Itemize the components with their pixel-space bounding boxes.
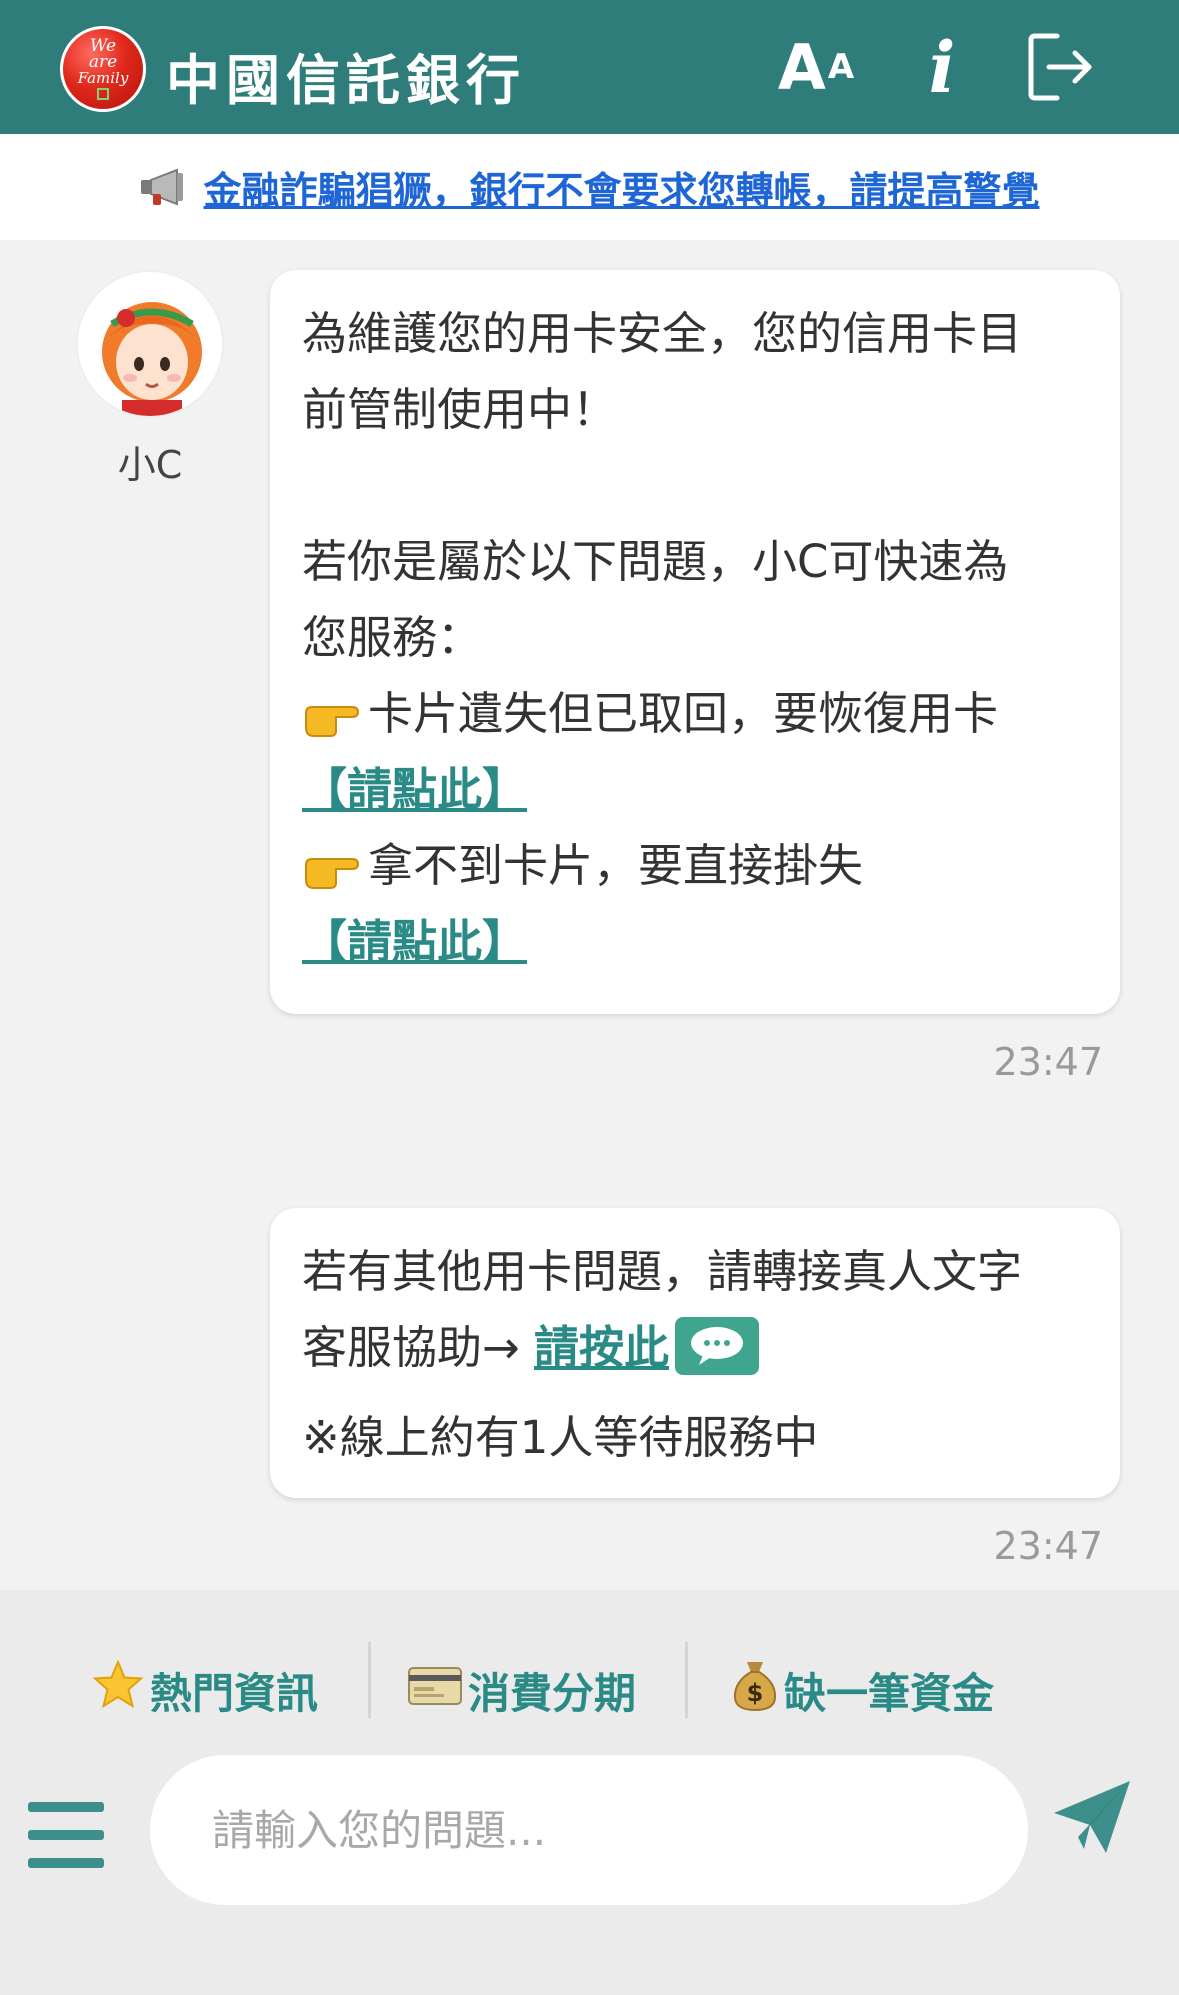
bot-avatar (76, 270, 224, 418)
hamburger-menu-icon[interactable] (28, 1802, 104, 1868)
bank-logo: We are Family (60, 26, 146, 112)
quick-menu-label: 缺一筆資金 (784, 1668, 995, 1718)
quick-menu-label: 熱門資訊 (150, 1668, 319, 1718)
option-item: 拿不到卡片，要直接掛失 (302, 828, 1088, 904)
message-text: ※線上約有1人等待服務中 (302, 1411, 819, 1464)
bot-message-bubble: 為維護您的用卡安全，您的信用卡目 前管制使用中！ 若你是屬於以下問題，小C可快速… (270, 270, 1120, 1014)
info-icon[interactable]: i (912, 26, 972, 109)
quick-menu-hot-info[interactable]: 熱門資訊 (92, 1650, 318, 1730)
option-text: 拿不到卡片，要直接掛失 (368, 839, 864, 892)
message-timestamp: 23:47 (993, 1524, 1103, 1568)
divider (368, 1642, 371, 1718)
send-icon[interactable] (1050, 1775, 1136, 1861)
bot-name: 小C (117, 443, 183, 487)
pointing-hand-icon (302, 676, 368, 752)
quick-menu-label: 消費分期 (468, 1668, 637, 1718)
fraud-notice-link[interactable]: 金融詐騙猖獗，銀行不會要求您轉帳，請提高警覺 (203, 160, 1039, 215)
bottom-panel: 熱門資訊 消費分期 $ 缺一筆資金 (0, 1590, 1179, 1995)
pointing-hand-icon (302, 828, 368, 904)
question-input[interactable] (150, 1755, 1028, 1905)
restore-card-link[interactable]: 【請點此】 (302, 763, 527, 816)
quick-menu-installment[interactable]: 消費分期 (408, 1650, 636, 1730)
message-text: 您服務： (302, 611, 483, 664)
live-agent-link[interactable]: 請按此 (534, 1321, 669, 1374)
svg-text:$: $ (747, 1679, 764, 1707)
report-lost-link[interactable]: 【請點此】 (302, 915, 527, 968)
message-text: 為維護您的用卡安全，您的信用卡目 (302, 307, 1023, 360)
bot-message-bubble: 若有其他用卡問題，請轉接真人文字 客服協助→ 請按此 ※線上約有1人等待服務中 (270, 1208, 1120, 1498)
money-bag-icon: $ (732, 1658, 778, 1722)
option-item: 卡片遺失但已取回，要恢復用卡 (302, 676, 1088, 752)
chat-app: We are Family 中國信託銀行 AA i 金融詐騙猖獗，銀行不會要求您轉帳… (0, 0, 1179, 1995)
message-text: 客服協助→ 請按此 (302, 1310, 1088, 1400)
credit-card-icon (408, 1666, 462, 1715)
fraud-notice-bar: 金融詐騙猖獗，銀行不會要求您轉帳，請提高警覺 (0, 134, 1179, 240)
app-header: We are Family 中國信託銀行 AA i (0, 0, 1179, 134)
message-text: 前管制使用中！ (302, 383, 618, 436)
font-size-icon[interactable]: AA (776, 30, 856, 104)
message-timestamp: 23:47 (993, 1040, 1103, 1084)
bank-title: 中國信託銀行 (166, 49, 526, 112)
chat-bubble-icon[interactable] (673, 1315, 761, 1400)
star-icon (92, 1659, 144, 1721)
divider (685, 1642, 688, 1718)
quick-menu-funding[interactable]: $ 缺一筆資金 (732, 1650, 994, 1730)
message-text: 若有其他用卡問題，請轉接真人文字 (302, 1245, 1023, 1298)
message-text: 若你是屬於以下問題，小C可快速為 (302, 535, 1009, 588)
option-text: 卡片遺失但已取回，要恢復用卡 (368, 687, 999, 740)
logout-icon[interactable] (1020, 30, 1100, 104)
megaphone-icon (139, 167, 189, 207)
